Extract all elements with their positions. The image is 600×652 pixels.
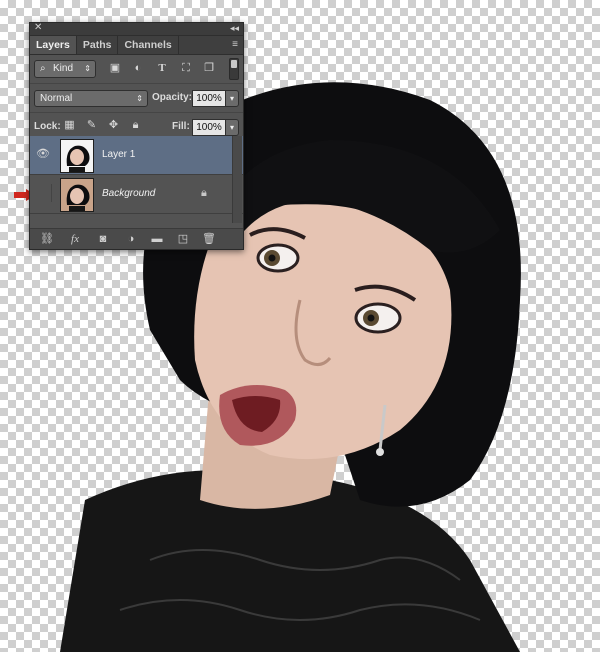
panel-tabs: Layers Paths Channels ≡	[30, 36, 243, 55]
lock-pixels-icon[interactable]: ✎	[85, 119, 98, 132]
fx-icon[interactable]: fx	[68, 232, 82, 246]
delete-layer-icon[interactable]: 🗑︎	[202, 232, 216, 246]
lock-icon: 🔒︎	[201, 187, 207, 199]
lock-label: Lock:	[34, 121, 61, 132]
lock-transparency-icon[interactable]: ▦	[63, 119, 76, 132]
layers-panel: ✕ ◂◂ Layers Paths Channels ≡ ⌕ Kind ⇕ ▣ …	[29, 22, 244, 250]
lock-position-icon[interactable]: ✥	[107, 119, 120, 132]
image-filter-icon[interactable]: ▣	[108, 61, 122, 75]
fill-input[interactable]: 100%	[192, 119, 226, 136]
opacity-label: Opacity:	[152, 92, 193, 103]
panel-menu-icon[interactable]: ≡	[232, 36, 238, 54]
new-group-icon[interactable]: ▬	[150, 232, 164, 246]
layer-name[interactable]: Layer 1	[102, 136, 135, 174]
fill-dropdown-icon[interactable]: ▾	[225, 119, 239, 136]
fill-label: Fill:	[172, 121, 190, 132]
adjustment-layer-icon[interactable]: ◑	[124, 232, 138, 246]
layer-name[interactable]: Background	[102, 175, 155, 213]
new-layer-icon[interactable]: ◳	[176, 232, 190, 246]
shape-filter-icon[interactable]: ⛶	[179, 61, 193, 75]
layers-list: 👁︎ Layer 1 Background 🔒︎	[30, 136, 243, 223]
blend-mode-select[interactable]: Normal ⇕	[34, 90, 148, 107]
kind-filter-select[interactable]: ⌕ Kind ⇕	[34, 60, 96, 78]
layer-thumbnail	[60, 178, 94, 212]
panel-bottom-bar: ⛓ fx ◙ ◑ ▬ ◳ 🗑︎	[30, 228, 243, 249]
kind-filter-label: Kind	[53, 63, 74, 74]
link-layers-icon[interactable]: ⛓	[40, 232, 54, 246]
tab-channels[interactable]: Channels	[118, 36, 179, 54]
layer-thumbnail	[60, 139, 94, 173]
opacity-dropdown-icon[interactable]: ▾	[225, 90, 239, 107]
layers-scrollbar[interactable]	[232, 136, 242, 223]
layer-row-background[interactable]: Background 🔒︎	[30, 175, 243, 214]
collapse-icon[interactable]: ◂◂	[230, 22, 239, 34]
adjustment-filter-icon[interactable]: ◐	[131, 61, 145, 75]
lock-all-icon[interactable]: 🔒︎	[129, 119, 142, 132]
tab-layers[interactable]: Layers	[30, 36, 77, 54]
blend-mode-value: Normal	[40, 93, 73, 104]
filter-row: ⌕ Kind ⇕ ▣ ◐ T ⛶ ❐	[30, 55, 243, 84]
layer-row-layer-1[interactable]: 👁︎ Layer 1	[30, 136, 243, 175]
visibility-toggle-empty[interactable]	[33, 184, 52, 202]
opacity-input[interactable]: 100%	[192, 90, 226, 107]
panel-titlebar: ✕ ◂◂	[30, 22, 243, 36]
search-icon: ⌕	[40, 63, 46, 74]
blend-row: Normal ⇕ Opacity: 100% ▾	[30, 84, 243, 113]
smart-object-filter-icon[interactable]: ❐	[202, 61, 216, 75]
filter-toggle[interactable]	[229, 58, 239, 80]
close-icon[interactable]: ✕	[34, 22, 42, 34]
add-mask-icon[interactable]: ◙	[96, 232, 110, 246]
chevron-updown-icon: ⇕	[136, 94, 143, 103]
visibility-eye-icon[interactable]: 👁︎	[36, 147, 50, 161]
tab-paths[interactable]: Paths	[77, 36, 119, 54]
chevron-updown-icon: ⇕	[84, 64, 91, 73]
type-filter-icon[interactable]: T	[155, 61, 169, 75]
